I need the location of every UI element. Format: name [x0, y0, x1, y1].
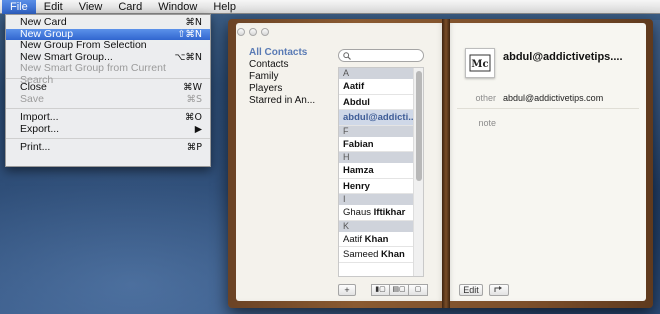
menu-card[interactable]: Card — [110, 0, 150, 14]
view-mode-segmented-control: ▮▢ ▤▢ ▢ — [371, 284, 428, 296]
zoom-window-button[interactable] — [261, 28, 269, 36]
note-field-label: note — [478, 118, 496, 128]
contact-first-name: Ghaus — [343, 207, 374, 218]
address-book-window: All Contacts Contacts Family Players Sta… — [228, 19, 653, 308]
menu-item-shortcut: ⌘S — [186, 93, 202, 105]
avatar-logo-icon: Mc — [469, 54, 491, 72]
contact-last-name: Aatif — [343, 81, 365, 92]
search-input[interactable] — [353, 50, 423, 61]
share-icon — [494, 286, 502, 292]
contact-last-name: Henry — [343, 180, 370, 192]
scroll-thumb[interactable] — [416, 71, 422, 181]
menu-item-shortcut: ⇧⌘N — [177, 28, 202, 40]
section-header: A — [339, 68, 423, 79]
book-spine — [442, 19, 450, 308]
contact-row[interactable]: Sameed Khan — [339, 247, 423, 263]
search-field[interactable] — [338, 49, 424, 62]
contact-row[interactable]: Aatif Khan — [339, 232, 423, 247]
view-list-only-button[interactable]: ▤▢ — [390, 284, 409, 296]
contacts-list[interactable]: A Aatif Abdul abdul@addicti... F Fabian H Hamza… — [338, 67, 424, 277]
share-button[interactable] — [489, 284, 509, 296]
contact-avatar[interactable]: Mc — [465, 48, 495, 78]
contact-last-name: abdul@addicti... — [343, 112, 417, 123]
group-item[interactable]: Starred in An... — [249, 95, 337, 107]
file-menu-item[interactable]: Close ⌘W — [6, 80, 210, 94]
menu-window[interactable]: Window — [150, 0, 205, 14]
menu-item-label: Save — [20, 92, 44, 105]
contacts-scrollbar[interactable] — [413, 68, 423, 276]
menu-separator — [6, 138, 210, 140]
minimize-window-button[interactable] — [249, 28, 257, 36]
menu-item-shortcut: ⌘O — [185, 112, 202, 124]
view-card-only-button[interactable]: ▢ — [409, 284, 428, 296]
field-divider — [457, 108, 639, 109]
menu-help[interactable]: Help — [205, 0, 244, 14]
file-menu-item: New Smart Group from Current Search — [6, 62, 210, 86]
menu-item-label: New Card — [20, 16, 67, 28]
menu-item-shortcut: ⌘P — [186, 142, 202, 154]
menu-separator — [6, 108, 210, 110]
file-menu-item[interactable]: Import... ⌘O — [6, 112, 210, 124]
file-menu-item[interactable]: New Card ⌘N — [6, 16, 210, 29]
contact-row[interactable]: Hamza — [339, 163, 423, 179]
contact-first-name: Aatif — [343, 233, 365, 245]
section-header: H — [339, 152, 423, 163]
group-item[interactable]: Family — [249, 71, 337, 83]
section-header: F — [339, 125, 423, 137]
menu-item-shortcut: ⌘W — [183, 81, 202, 93]
menu-item-shortcut: ⌥⌘N — [174, 51, 202, 63]
contact-row[interactable]: Henry — [339, 179, 423, 194]
group-item[interactable]: Players — [249, 83, 337, 95]
menu-item-shortcut: ▶ — [194, 123, 202, 135]
menu-edit[interactable]: Edit — [36, 0, 71, 14]
contact-last-name: Abdul — [343, 96, 370, 108]
window-controls — [237, 28, 269, 36]
contact-last-name: Fabian — [343, 138, 374, 150]
file-menu-item: Save ⌘S — [6, 92, 210, 106]
groups-list: All Contacts Contacts Family Players Sta… — [249, 47, 337, 107]
section-header: K — [339, 220, 423, 232]
close-window-button[interactable] — [237, 28, 245, 36]
menu-item-label: Export... — [20, 122, 60, 135]
file-menu-dropdown: New Card ⌘N New Group ⇧⌘N New Group From Sel… — [5, 14, 211, 167]
menu-item-label: Close — [20, 80, 47, 93]
menu-file[interactable]: File — [2, 0, 36, 14]
contact-last-name: Iftikhar — [373, 207, 406, 218]
menu-item-shortcut: ⌘N — [185, 17, 202, 28]
section-header: I — [339, 194, 423, 205]
edit-button[interactable]: Edit — [459, 284, 483, 296]
file-menu-item[interactable]: Print... ⌘P — [6, 142, 210, 154]
group-item[interactable]: Contacts — [249, 59, 337, 71]
contact-first-name: Sameed — [343, 249, 382, 260]
menu-bar: File Edit View Card Window Help — [0, 0, 660, 14]
menu-item-label: Print... — [20, 141, 51, 154]
contact-row[interactable]: Abdul — [339, 95, 423, 110]
contact-row[interactable]: Ghaus Iftikhar — [339, 205, 423, 221]
file-menu-item[interactable]: Export... ▶ — [6, 122, 210, 136]
contact-last-name: Khan — [364, 233, 389, 245]
contact-row[interactable]: Fabian — [339, 137, 423, 152]
email-field-label: other — [475, 93, 496, 103]
contact-row[interactable]: abdul@addicti... — [339, 110, 423, 126]
svg-text:Mc: Mc — [471, 59, 488, 70]
email-field-value[interactable]: abdul@addictivetips.com — [503, 93, 603, 103]
contact-row[interactable]: Aatif — [339, 79, 423, 95]
add-contact-button[interactable]: + — [338, 284, 356, 296]
search-icon — [343, 51, 351, 60]
menu-view[interactable]: View — [71, 0, 111, 14]
contact-name: abdul@addictivetips.... — [503, 51, 623, 63]
menu-item-label: New Smart Group from Current Search — [20, 62, 166, 86]
view-card-and-list-button[interactable]: ▮▢ — [371, 284, 390, 296]
menu-item-label: Import... — [20, 111, 59, 124]
contact-last-name: Khan — [381, 249, 405, 260]
contact-last-name: Hamza — [343, 165, 374, 176]
group-all-contacts[interactable]: All Contacts — [249, 47, 337, 59]
